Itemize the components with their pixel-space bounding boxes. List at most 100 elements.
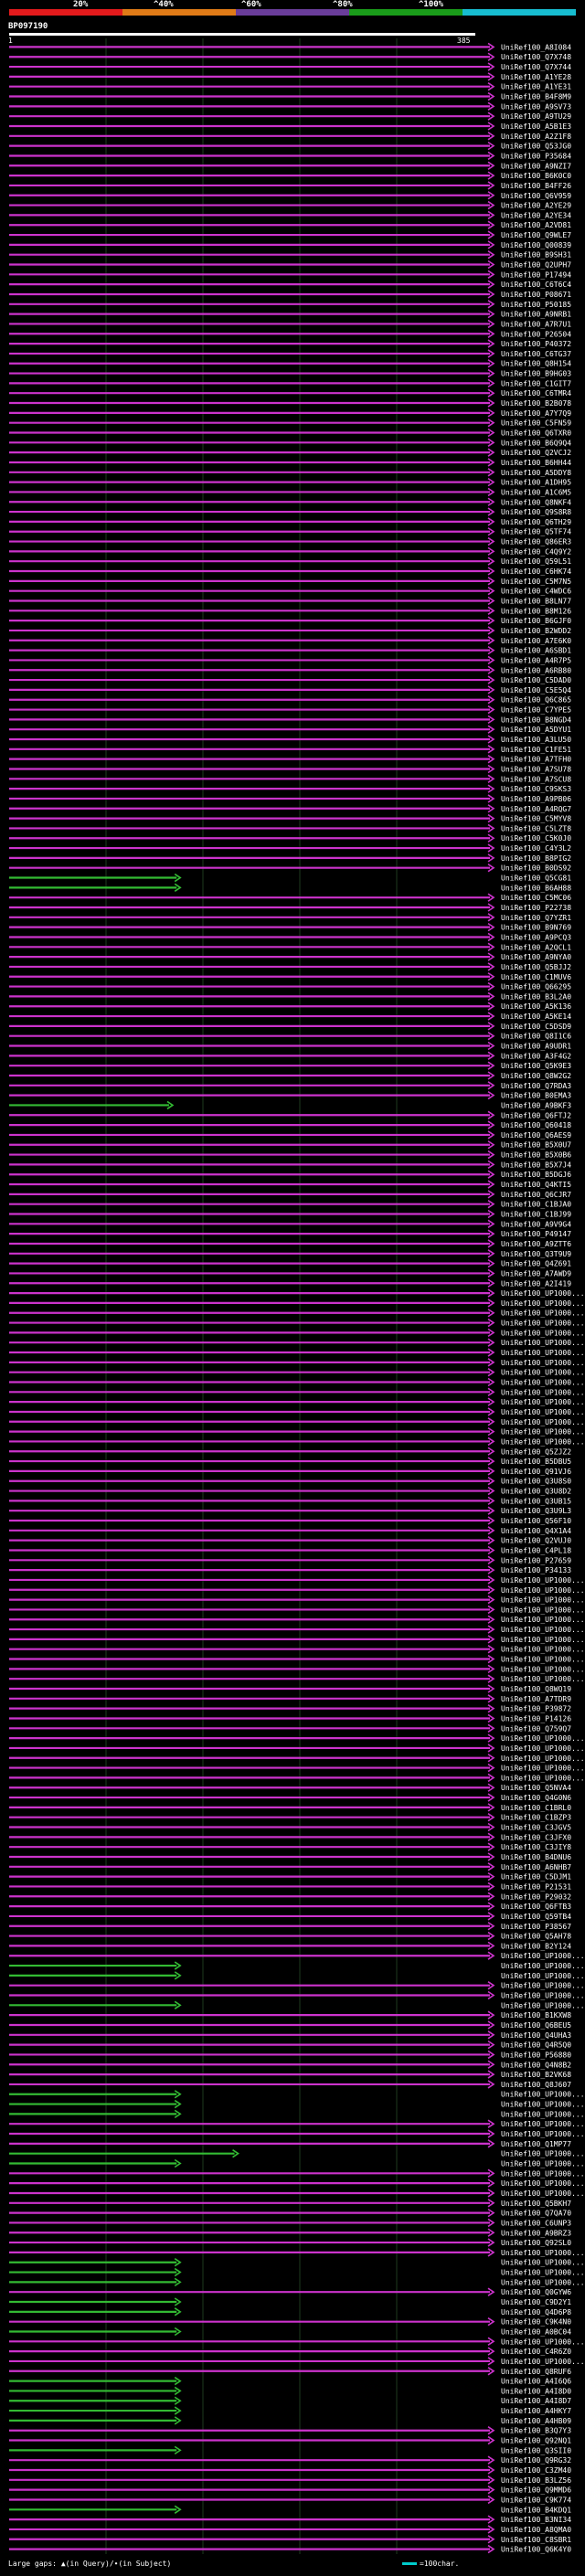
hit-label[interactable]: UniRef100_UP1000... xyxy=(501,1646,585,1654)
hit-label[interactable]: UniRef100_Q4X1A4 xyxy=(501,1527,571,1535)
hit-label[interactable]: UniRef100_P08671 xyxy=(501,291,571,299)
hit-label[interactable]: UniRef100_B4F8M9 xyxy=(501,93,571,101)
hit-label[interactable]: UniRef100_C5LZT8 xyxy=(501,824,571,832)
hit-label[interactable]: UniRef100_A9PB06 xyxy=(501,795,571,803)
hit-label[interactable]: UniRef100_UP1000... xyxy=(501,1320,585,1328)
hit-row[interactable]: UniRef100_Q7RDA3 xyxy=(9,1081,571,1090)
hit-row[interactable]: UniRef100_B4DNU6 xyxy=(9,1852,571,1861)
hit-row[interactable]: UniRef100_Q4N8B2 xyxy=(9,2060,571,2069)
hit-label[interactable]: UniRef100_Q6C865 xyxy=(501,696,571,705)
hit-label[interactable]: UniRef100_B4KDQ1 xyxy=(501,2506,571,2514)
hit-row[interactable]: UniRef100_A5KE14 xyxy=(9,1012,571,1021)
hit-row[interactable]: UniRef100_A1YE28 xyxy=(9,72,571,81)
hit-row[interactable]: UniRef100_C4WDC6 xyxy=(9,587,571,596)
hit-label[interactable]: UniRef100_A6NHB7 xyxy=(501,1863,571,1871)
hit-row[interactable]: UniRef100_B9N769 xyxy=(9,922,571,932)
hit-row[interactable]: UniRef100_B2VK68 xyxy=(9,2070,571,2079)
hit-label[interactable]: UniRef100_A9NRB1 xyxy=(501,311,571,319)
hit-row[interactable]: UniRef100_UP1000... xyxy=(9,2258,585,2267)
hit-label[interactable]: UniRef100_Q3SII0 xyxy=(501,2446,571,2454)
hit-row[interactable]: UniRef100_UP1000... xyxy=(9,2119,585,2128)
hit-row[interactable]: UniRef100_UP1000... xyxy=(9,1951,585,1960)
hit-label[interactable]: UniRef100_C6UNP3 xyxy=(501,2219,571,2227)
hit-row[interactable]: UniRef100_A4RQG7 xyxy=(9,804,571,813)
hit-row[interactable]: UniRef100_B6K0C0 xyxy=(9,171,571,180)
hit-row[interactable]: UniRef100_UP1000... xyxy=(9,1309,585,1318)
hit-row[interactable]: UniRef100_P27659 xyxy=(9,1555,571,1564)
hit-label[interactable]: UniRef100_UP1000... xyxy=(501,2001,585,2009)
hit-label[interactable]: UniRef100_A7TFH0 xyxy=(501,756,571,764)
hit-row[interactable]: UniRef100_Q2VCJ2 xyxy=(9,448,571,457)
hit-label[interactable]: UniRef100_B9HG03 xyxy=(501,370,571,378)
hit-label[interactable]: UniRef100_Q5CG81 xyxy=(501,875,571,883)
hit-label[interactable]: UniRef100_P27659 xyxy=(501,1556,571,1564)
hit-row[interactable]: UniRef100_C4Q9Y2 xyxy=(9,546,571,556)
hit-label[interactable]: UniRef100_Q9RG32 xyxy=(501,2456,571,2465)
hit-row[interactable]: UniRef100_C5FN59 xyxy=(9,419,571,428)
hit-label[interactable]: UniRef100_Q9S8R8 xyxy=(501,508,571,516)
hit-label[interactable]: UniRef100_Q8WQ19 xyxy=(501,1685,571,1693)
hit-row[interactable]: UniRef100_A2YE34 xyxy=(9,210,571,219)
hit-row[interactable]: UniRef100_A3LU50 xyxy=(9,735,571,744)
hit-row[interactable]: UniRef100_UP1000... xyxy=(9,2277,585,2286)
hit-row[interactable]: UniRef100_C4PL18 xyxy=(9,1545,571,1554)
hit-row[interactable]: UniRef100_UP1000... xyxy=(9,1981,585,1990)
hit-row[interactable]: UniRef100_B4F8M9 xyxy=(9,91,571,101)
hit-row[interactable]: UniRef100_UP1000... xyxy=(9,1288,585,1298)
hit-label[interactable]: UniRef100_C3ZM40 xyxy=(501,2466,571,2475)
hit-row[interactable]: UniRef100_Q9S8R8 xyxy=(9,507,571,516)
hit-label[interactable]: UniRef100_C5DSD9 xyxy=(501,1023,571,1031)
hit-row[interactable]: UniRef100_P35684 xyxy=(9,151,571,160)
hit-label[interactable]: UniRef100_Q5BJJ2 xyxy=(501,963,571,971)
hit-label[interactable]: UniRef100_B6Q9Q4 xyxy=(501,439,571,447)
hit-label[interactable]: UniRef100_Q2UPH7 xyxy=(501,261,571,270)
hit-row[interactable]: UniRef100_UP1000... xyxy=(9,1595,585,1605)
hit-row[interactable]: UniRef100_P38567 xyxy=(9,1922,571,1931)
hit-label[interactable]: UniRef100_B8PIG2 xyxy=(501,854,571,863)
hit-row[interactable]: UniRef100_A6NHB7 xyxy=(9,1862,571,1871)
hit-label[interactable]: UniRef100_A9V9G4 xyxy=(501,1220,571,1228)
hit-row[interactable]: UniRef100_B6HH44 xyxy=(9,458,571,467)
hit-row[interactable]: UniRef100_B5X0U7 xyxy=(9,1140,571,1150)
hit-label[interactable]: UniRef100_A9TU29 xyxy=(501,112,571,121)
hit-label[interactable]: UniRef100_A1C6M5 xyxy=(501,488,571,496)
hit-row[interactable]: UniRef100_C6T6C4 xyxy=(9,280,571,289)
hit-row[interactable]: UniRef100_Q91VJ6 xyxy=(9,1467,571,1476)
hit-row[interactable]: UniRef100_Q3U9L3 xyxy=(9,1506,571,1515)
hit-row[interactable]: UniRef100_UP1000... xyxy=(9,2248,585,2257)
hit-row[interactable]: UniRef100_Q92SL0 xyxy=(9,2238,571,2247)
hit-row[interactable]: UniRef100_A9NRB1 xyxy=(9,309,571,319)
hit-label[interactable]: UniRef100_UP1000... xyxy=(501,1962,585,1970)
hit-row[interactable]: UniRef100_A6RB80 xyxy=(9,665,571,674)
hit-row[interactable]: UniRef100_Q4G0N6 xyxy=(9,1793,571,1802)
hit-label[interactable]: UniRef100_Q92SL0 xyxy=(501,2239,571,2247)
hit-row[interactable]: UniRef100_A9TU29 xyxy=(9,111,571,121)
hit-label[interactable]: UniRef100_C9SKS3 xyxy=(501,785,571,793)
hit-label[interactable]: UniRef100_A9NYA0 xyxy=(501,953,571,961)
hit-label[interactable]: UniRef100_A5B1E3 xyxy=(501,122,571,131)
hit-row[interactable]: UniRef100_UP1000... xyxy=(9,2000,585,2009)
hit-row[interactable]: UniRef100_UP1000... xyxy=(9,1763,585,1773)
hit-row[interactable]: UniRef100_B2Y124 xyxy=(9,1941,571,1950)
hit-label[interactable]: UniRef100_Q6V959 xyxy=(501,192,571,200)
hit-row[interactable]: UniRef100_A9NYA0 xyxy=(9,952,571,961)
hit-row[interactable]: UniRef100_Q86ER3 xyxy=(9,536,571,546)
hit-row[interactable]: UniRef100_Q2VUJ0 xyxy=(9,1535,571,1545)
hit-row[interactable]: UniRef100_Q59L51 xyxy=(9,557,571,566)
hit-label[interactable]: UniRef100_UP1000... xyxy=(501,1606,585,1614)
hit-label[interactable]: UniRef100_B6HH44 xyxy=(501,459,571,467)
hit-row[interactable]: UniRef100_P56880 xyxy=(9,2050,571,2059)
hit-label[interactable]: UniRef100_B0EMA3 xyxy=(501,1092,571,1100)
hit-label[interactable]: UniRef100_C9K774 xyxy=(501,2496,571,2504)
hit-row[interactable]: UniRef100_B5X7J4 xyxy=(9,1160,571,1169)
hit-label[interactable]: UniRef100_Q4G0N6 xyxy=(501,1794,571,1802)
hit-label[interactable]: UniRef100_Q6K4Y0 xyxy=(501,2546,571,2554)
hit-row[interactable]: UniRef100_A9V9G4 xyxy=(9,1219,571,1228)
hit-row[interactable]: UniRef100_C1BRL0 xyxy=(9,1803,571,1812)
hit-label[interactable]: UniRef100_Q6TH29 xyxy=(501,518,571,526)
hit-label[interactable]: UniRef100_Q59L51 xyxy=(501,557,571,566)
hit-label[interactable]: UniRef100_A2I419 xyxy=(501,1279,571,1288)
hit-label[interactable]: UniRef100_A6RB80 xyxy=(501,666,571,674)
hit-row[interactable]: UniRef100_UP1000... xyxy=(9,1575,585,1585)
hit-label[interactable]: UniRef100_A9BRZ3 xyxy=(501,2229,571,2237)
